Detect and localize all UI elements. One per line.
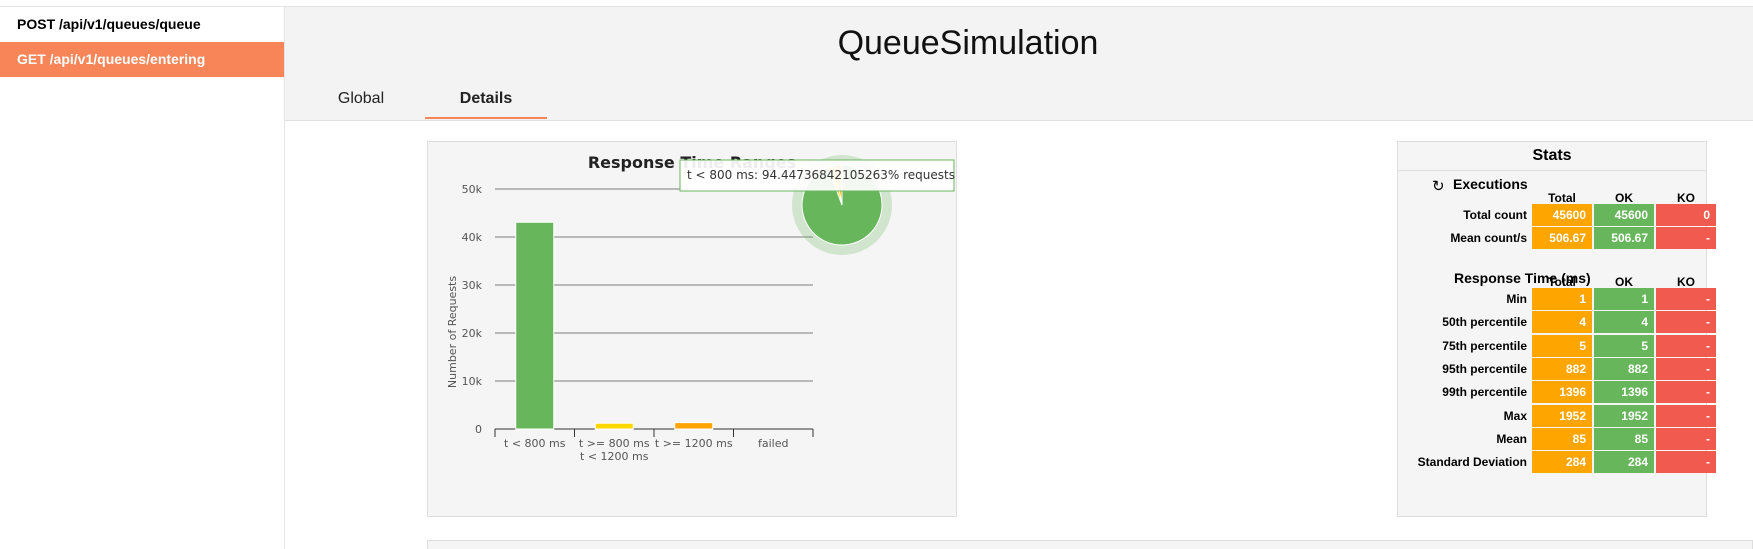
tab-active-indicator [425,117,547,119]
column-header: OK [1615,275,1633,289]
bar [515,221,555,430]
stat-cell-total: 85 [1532,427,1592,450]
bar [674,422,714,430]
stat-cell-ok: 506.67 [1594,227,1654,250]
stat-cell-total: 882 [1532,357,1592,380]
y-tick-label: 0 [475,423,482,436]
column-header: KO [1677,275,1695,289]
stat-cell-ko: - [1656,427,1716,450]
stat-cell-ko: - [1656,357,1716,380]
executions-title: Executions [1453,176,1528,192]
stat-row-label: Mean [1496,431,1527,446]
x-tick-label: t >= 1200 ms [655,437,733,450]
y-tick-label: 20k [462,327,483,340]
stats-panel: Stats ↻ Executions Total OK KO Total count 4… [1397,141,1716,517]
column-header: OK [1615,191,1633,205]
tab-global[interactable]: Global [321,84,401,120]
stat-cell-ko: - [1656,334,1716,357]
stat-row-label: 50th percentile [1442,315,1527,330]
x-tick-label: t < 800 ms [504,437,566,450]
response-time-ranges-chart: Response Time Ranges 010k20k30k40k50k t … [446,153,955,463]
column-header: Total [1548,191,1576,205]
refresh-icon: ↻ [1432,178,1445,195]
sidebar: POST /api/v1/queues/queue GET /api/v1/qu… [0,7,285,549]
stat-row-label: 99th percentile [1442,385,1527,400]
stat-cell-total: 5 [1532,334,1592,357]
page-header: QueueSimulation Global Details [285,7,1753,121]
stat-cell-total: 506.67 [1532,227,1592,250]
stat-cell-ok: 882 [1594,357,1654,380]
stat-row-label: Standard Deviation [1417,455,1527,470]
stat-cell-ok: 284 [1594,451,1654,474]
sidebar-item-get-entering[interactable]: GET /api/v1/queues/entering [0,42,284,77]
chart-tooltip-text: t < 800 ms: 94.44736842105263% requests [687,168,955,182]
stat-cell-total: 4 [1532,311,1592,334]
stat-cell-ok: 1952 [1594,404,1654,427]
sidebar-item-post-queue[interactable]: POST /api/v1/queues/queue [0,7,284,42]
stat-cell-ok: 5 [1594,334,1654,357]
y-tick-label: 40k [462,231,483,244]
response-time-ranges-panel: Response Time Ranges 010k20k30k40k50k t … [427,141,957,517]
y-axis-label: Number of Requests [446,276,459,388]
y-tick-label: 30k [462,279,483,292]
stats-title: Stats [1532,147,1572,164]
stat-cell-ko: - [1656,451,1716,474]
next-panel [427,540,1753,549]
stats-divider [1398,170,1706,171]
stat-cell-ok: 1396 [1594,381,1654,404]
page-title: QueueSimulation [837,24,1099,62]
column-header: KO [1677,191,1695,205]
stat-row-label: Min [1506,292,1527,306]
y-tick-label: 10k [462,375,483,388]
stat-cell-total: 1 [1532,288,1592,310]
bar [594,422,634,430]
stat-row-label: Mean count/s [1450,231,1527,246]
stat-row-label: 75th percentile [1442,338,1527,353]
stat-cell-ko: - [1656,381,1716,404]
stat-cell-ko: - [1656,227,1716,250]
stat-cell-total: 1396 [1532,381,1592,404]
stat-cell-ok: 85 [1594,427,1654,450]
stat-cell-ko: 0 [1656,204,1716,226]
stat-cell-ko: - [1656,404,1716,427]
stat-cell-ko: - [1656,311,1716,334]
response-time-title: Response Time (ms) [1454,270,1591,286]
stat-cell-total: 1952 [1532,404,1592,427]
x-tick-label: failed [758,437,788,450]
stat-cell-ok: 45600 [1594,204,1654,226]
stat-cell-ko: - [1656,288,1716,310]
stat-cell-ok: 4 [1594,311,1654,334]
stat-cell-total: 284 [1532,451,1592,474]
stat-row-label: Max [1503,408,1527,423]
y-tick-label: 50k [462,183,483,196]
stat-cell-ok: 1 [1594,288,1654,310]
x-tick-label: t < 1200 ms [580,450,649,463]
stat-row-label: 95th percentile [1442,361,1527,376]
x-tick-label: t >= 800 ms [579,437,650,450]
stat-cell-total: 45600 [1532,204,1592,226]
tab-details[interactable]: Details [425,84,547,120]
stat-row-label: Total count [1463,208,1527,222]
